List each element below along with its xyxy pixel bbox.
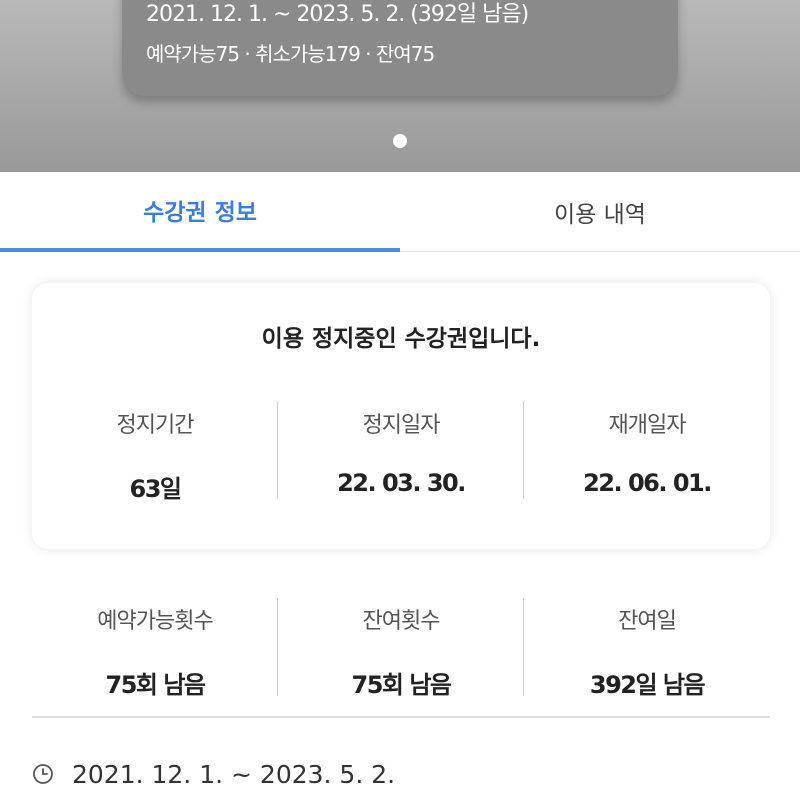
remaining-count-label: 잔여횟수 [362,609,441,634]
remaining-count: 잔여횟수 75회 남음 [278,603,524,700]
pause-duration-label: 정지기간 [116,413,195,438]
carousel-page-indicator[interactable] [393,134,407,148]
pause-start-date-value: 22. 03. 30. [337,469,466,497]
membership-carousel[interactable]: 2021. 12. 1. ~ 2023. 5. 2. (392일 남음) 예약가… [0,0,800,172]
pause-duration-value: 63일 [129,475,182,503]
membership-counts: 예약가능75 · 취소가능179 · 잔여75 [146,42,435,66]
pause-status-panel: 이용 정지중인 수강권입니다. 정지기간 63일 정지일자 22. 03. 30… [32,283,770,549]
pause-start-date: 정지일자 22. 03. 30. [278,407,524,497]
resume-date-value: 22. 06. 01. [583,469,712,497]
pause-start-date-label: 정지일자 [362,413,441,438]
tab-bar: 수강권 정보 이용 내역 [0,172,800,252]
remaining-count-value: 75회 남음 [351,671,453,699]
resume-date: 재개일자 22. 06. 01. [524,407,770,497]
pause-status-title: 이용 정지중인 수강권입니다. [261,326,541,352]
tab-usage-history[interactable]: 이용 내역 [400,172,800,252]
tab-membership-info[interactable]: 수강권 정보 [0,172,400,252]
reservable-count: 예약가능횟수 75회 남음 [32,603,278,700]
resume-date-label: 재개일자 [608,413,687,438]
remaining-days-value: 392일 남음 [589,671,706,699]
remaining-days-label: 잔여일 [618,609,677,634]
membership-period: 2021. 12. 1. ~ 2023. 5. 2. (392일 남음) [146,2,529,27]
pause-duration: 정지기간 63일 [32,407,278,504]
section-divider [32,716,770,718]
membership-card[interactable]: 2021. 12. 1. ~ 2023. 5. 2. (392일 남음) 예약가… [122,0,678,96]
reservable-count-label: 예약가능횟수 [97,609,213,634]
remaining-days: 잔여일 392일 남음 [524,603,770,700]
clock-icon [33,764,53,784]
usage-period-text: 2021. 12. 1. ~ 2023. 5. 2. [72,759,396,789]
usage-period-row: 2021. 12. 1. ~ 2023. 5. 2. [32,754,395,794]
reservable-count-value: 75회 남음 [105,671,207,699]
